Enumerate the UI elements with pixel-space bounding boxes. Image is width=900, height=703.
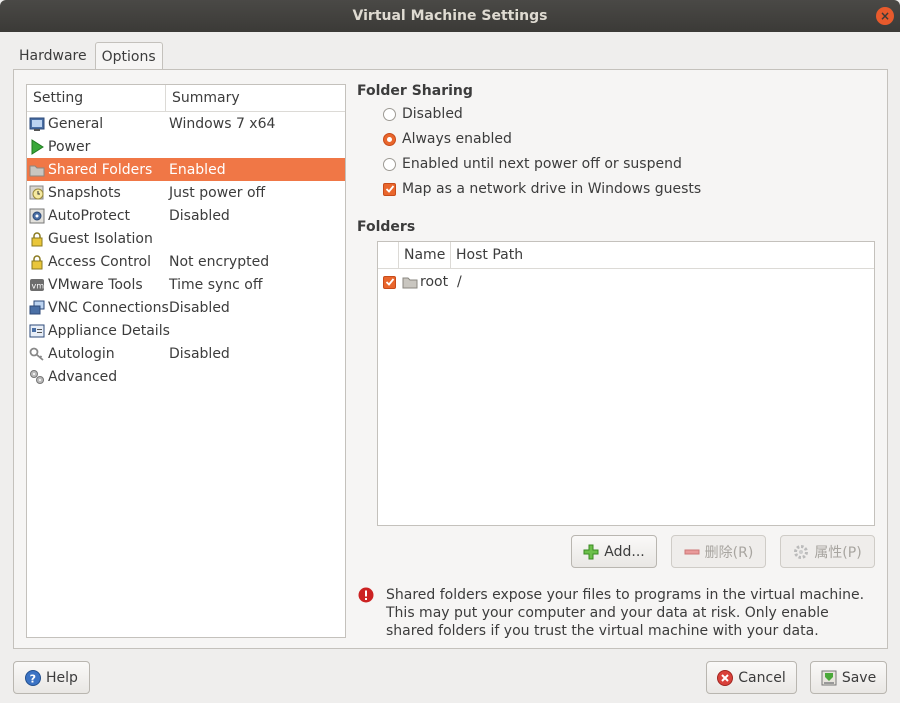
- radio-label: Enabled until next power off or suspend: [402, 156, 682, 172]
- gears-icon: [29, 369, 45, 385]
- folder-sharing-title: Folder Sharing: [357, 83, 473, 99]
- radio-button-selected[interactable]: [383, 132, 396, 146]
- tab-bar: Hardware Options: [13, 42, 163, 70]
- lock-icon: [29, 254, 45, 270]
- radio-label: Disabled: [402, 106, 463, 122]
- window-title: Virtual Machine Settings: [352, 8, 548, 24]
- help-button[interactable]: ? Help: [13, 661, 90, 694]
- list-item-vmware-tools[interactable]: vm VMware Tools Time sync off: [27, 273, 345, 296]
- security-warning: Shared folders expose your files to prog…: [358, 586, 878, 640]
- svg-text:?: ?: [30, 672, 36, 685]
- list-item-general[interactable]: General Windows 7 x64: [27, 112, 345, 135]
- folder-icon: [402, 274, 418, 290]
- map-network-drive-checkbox[interactable]: Map as a network drive in Windows guests: [383, 181, 701, 197]
- save-button[interactable]: Save: [810, 661, 887, 694]
- folder-icon: [29, 162, 45, 178]
- list-item-shared-folders[interactable]: Shared Folders Enabled: [27, 158, 345, 181]
- power-play-icon: [29, 138, 45, 155]
- table-row[interactable]: root /: [378, 269, 874, 295]
- summary-column-header[interactable]: Summary: [166, 85, 345, 111]
- host-path-column-header[interactable]: Host Path: [451, 242, 874, 268]
- add-folder-button[interactable]: Add...: [571, 535, 657, 568]
- svg-text:vm: vm: [32, 281, 45, 290]
- radio-always-enabled[interactable]: Always enabled: [383, 131, 512, 147]
- list-item-appliance-details[interactable]: Appliance Details: [27, 319, 345, 342]
- cancel-button[interactable]: Cancel: [706, 661, 797, 694]
- folders-title: Folders: [357, 219, 416, 235]
- radio-enabled-until-power-off[interactable]: Enabled until next power off or suspend: [383, 156, 682, 172]
- vm-settings-window: Virtual Machine Settings × Hardware Opti…: [0, 0, 900, 703]
- folders-table: Name Host Path root /: [377, 241, 875, 526]
- list-item-guest-isolation[interactable]: Guest Isolation: [27, 227, 345, 250]
- lock-icon: [29, 231, 45, 247]
- folder-name: root: [420, 274, 449, 290]
- settings-list: Setting Summary General Windows 7 x64 Po…: [26, 84, 346, 638]
- warning-text: Shared folders expose your files to prog…: [386, 587, 865, 639]
- general-icon: [29, 116, 45, 132]
- list-item-vnc-connections[interactable]: VNC Connections Disabled: [27, 296, 345, 319]
- gear-icon: [793, 544, 809, 560]
- list-item-power[interactable]: Power: [27, 135, 345, 158]
- plus-icon: [583, 544, 599, 560]
- tab-options[interactable]: Options: [94, 42, 163, 70]
- checkbox[interactable]: [383, 182, 396, 196]
- name-column-header[interactable]: Name: [399, 242, 451, 268]
- snapshot-clock-icon: [29, 185, 45, 201]
- radio-button[interactable]: [383, 107, 396, 121]
- autoprotect-icon: [29, 208, 45, 224]
- title-bar[interactable]: Virtual Machine Settings ×: [0, 0, 900, 32]
- help-icon: ?: [25, 669, 42, 686]
- folder-host-path: /: [457, 274, 462, 290]
- cancel-icon: [717, 669, 734, 686]
- folder-properties-button[interactable]: 属性(P): [780, 535, 875, 568]
- list-item-snapshots[interactable]: Snapshots Just power off: [27, 181, 345, 204]
- list-item-advanced[interactable]: Advanced: [27, 365, 345, 388]
- setting-column-header[interactable]: Setting: [27, 85, 166, 111]
- close-icon: ×: [879, 9, 891, 23]
- radio-button[interactable]: [383, 157, 396, 171]
- folder-enabled-checkbox[interactable]: [383, 275, 396, 289]
- save-icon: [821, 670, 837, 686]
- folders-table-header: Name Host Path: [378, 242, 874, 269]
- vnc-icon: [29, 300, 45, 316]
- settings-list-header: Setting Summary: [27, 85, 345, 112]
- checkbox-label: Map as a network drive in Windows guests: [402, 181, 702, 197]
- radio-disabled[interactable]: Disabled: [383, 106, 463, 122]
- error-icon: [358, 587, 374, 603]
- tab-hardware[interactable]: Hardware: [13, 42, 93, 70]
- close-button[interactable]: ×: [876, 7, 894, 25]
- minus-icon: [684, 544, 700, 560]
- enabled-column-header[interactable]: [378, 242, 399, 268]
- radio-label: Always enabled: [402, 131, 512, 147]
- options-panel: Setting Summary General Windows 7 x64 Po…: [13, 69, 888, 649]
- list-item-autologin[interactable]: Autologin Disabled: [27, 342, 345, 365]
- key-icon: [29, 346, 45, 362]
- remove-folder-button[interactable]: 删除(R): [671, 535, 766, 568]
- vmware-tools-icon: vm: [29, 277, 45, 293]
- list-item-autoprotect[interactable]: AutoProtect Disabled: [27, 204, 345, 227]
- list-item-access-control[interactable]: Access Control Not encrypted: [27, 250, 345, 273]
- appliance-icon: [29, 323, 45, 339]
